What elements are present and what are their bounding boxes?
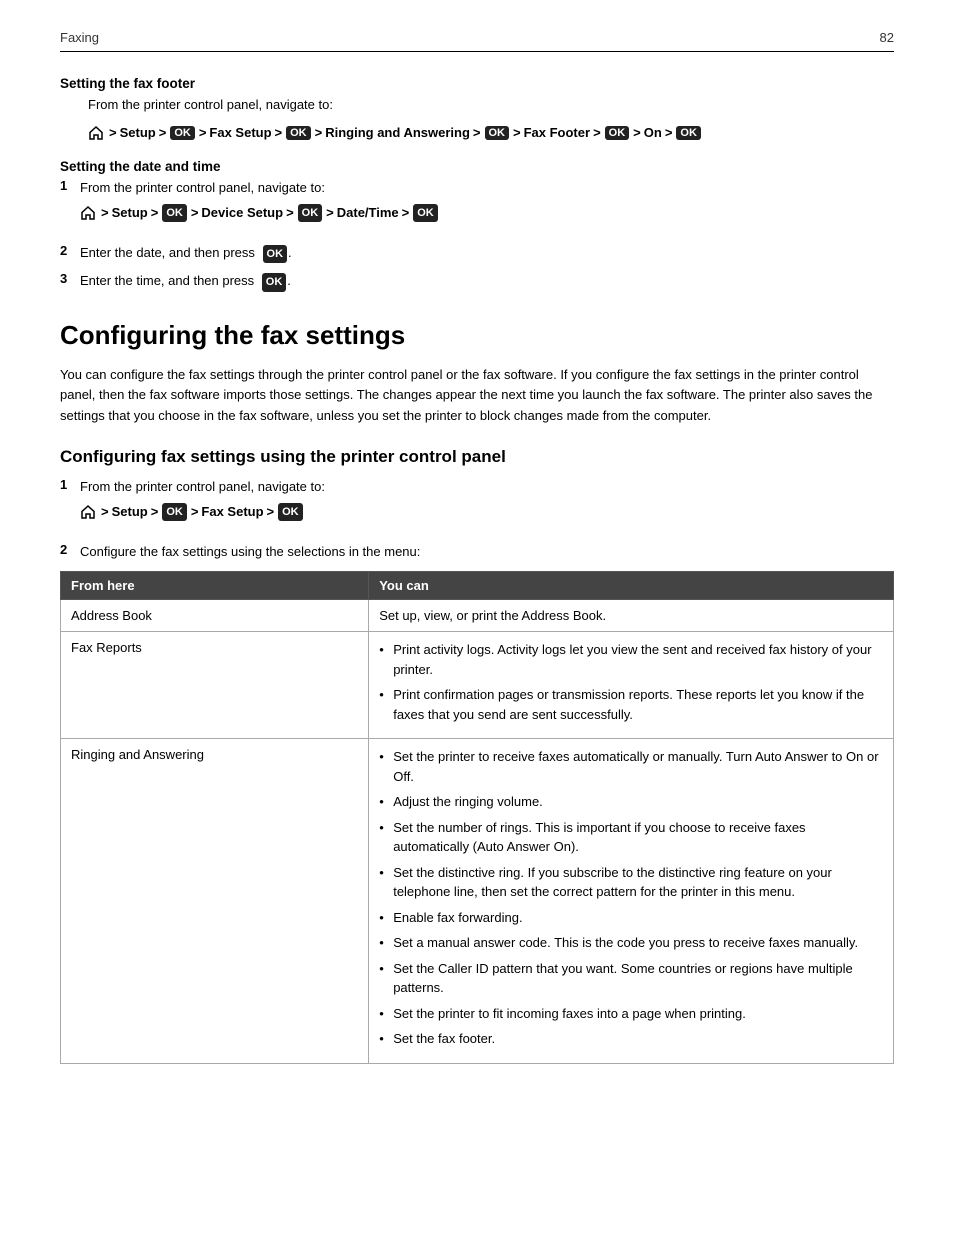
panel-steps: 1 From the printer control panel, naviga…	[60, 477, 894, 562]
step-3-num: 3	[60, 271, 76, 286]
ok-btn-6: OK	[162, 204, 187, 223]
home-icon-3	[80, 504, 96, 520]
page-number: 82	[880, 30, 894, 45]
page: Faxing 82 Setting the fax footer From th…	[0, 0, 954, 1235]
table-head: From here You can	[61, 572, 894, 600]
step-1-num: 1	[60, 178, 76, 193]
ok-btn-1: OK	[170, 126, 195, 140]
ok-btn-9: OK	[263, 245, 288, 264]
intro-paragraph: You can configure the fax settings throu…	[60, 365, 894, 427]
section-fax-footer: Setting the fax footer From the printer …	[60, 76, 894, 141]
panel-nav: > Setup > OK > Fax Setup > OK	[80, 502, 325, 522]
panel-step-2: 2 Configure the fax settings using the s…	[60, 542, 894, 562]
home-icon-2	[80, 205, 96, 221]
table-cell-from-1: Address Book	[61, 600, 369, 632]
fax-footer-step-text: From the printer control panel, navigate…	[88, 97, 333, 112]
panel-step-1-content: From the printer control panel, navigate…	[80, 477, 325, 534]
fax-footer-step: From the printer control panel, navigate…	[88, 95, 894, 115]
date-time-nav: > Setup > OK > Device Setup > OK > Date/…	[80, 203, 439, 223]
step-1: 1 From the printer control panel, naviga…	[60, 178, 894, 235]
list-item: Print activity logs. Activity logs let y…	[379, 640, 883, 679]
table-cell-youcan-1: Set up, view, or print the Address Book.	[369, 600, 894, 632]
table-row: Address Book Set up, view, or print the …	[61, 600, 894, 632]
table-cell-youcan-3: Set the printer to receive faxes automat…	[369, 739, 894, 1064]
col-from-here: From here	[61, 572, 369, 600]
ok-btn-2: OK	[286, 126, 311, 140]
step-2-content: Enter the date, and then press OK.	[80, 243, 292, 264]
home-icon	[88, 125, 104, 141]
ok-btn-8: OK	[413, 204, 438, 223]
table-cell-from-2: Fax Reports	[61, 632, 369, 739]
page-header: Faxing 82	[60, 30, 894, 52]
list-item: Set the distinctive ring. If you subscri…	[379, 863, 883, 902]
table-cell-youcan-2: Print activity logs. Activity logs let y…	[369, 632, 894, 739]
ok-btn-5: OK	[676, 126, 701, 140]
nav-sep-1: >	[109, 125, 117, 140]
fax-footer-nav: > Setup > OK > Fax Setup > OK > Ringing …	[88, 125, 894, 141]
nav-setup-1: Setup	[120, 125, 156, 140]
section-date-time: Setting the date and time 1 From the pri…	[60, 159, 894, 292]
panel-step-2-num: 2	[60, 542, 76, 557]
ringing-list: Set the printer to receive faxes automat…	[379, 747, 883, 1049]
nav-datetime: Date/Time	[337, 203, 399, 223]
table-body: Address Book Set up, view, or print the …	[61, 600, 894, 1064]
list-item: Set the printer to receive faxes automat…	[379, 747, 883, 786]
sub-heading: Configuring fax settings using the print…	[60, 447, 894, 467]
ok-btn-10: OK	[262, 273, 287, 292]
list-item: Set the fax footer.	[379, 1029, 883, 1049]
step-3-content: Enter the time, and then press OK.	[80, 271, 291, 292]
table-row: Fax Reports Print activity logs. Activit…	[61, 632, 894, 739]
ok-btn-11: OK	[162, 503, 187, 522]
list-item: Set the Caller ID pattern that you want.…	[379, 959, 883, 998]
list-item: Enable fax forwarding.	[379, 908, 883, 928]
date-time-steps: 1 From the printer control panel, naviga…	[60, 178, 894, 292]
config-table: From here You can Address Book Set up, v…	[60, 571, 894, 1064]
nav-ringing: Ringing and Answering	[325, 125, 470, 140]
fax-footer-heading: Setting the fax footer	[60, 76, 894, 91]
ok-btn-7: OK	[298, 204, 323, 223]
list-item: Print confirmation pages or transmission…	[379, 685, 883, 724]
address-book-desc: Set up, view, or print the Address Book.	[379, 608, 606, 623]
nav-setup-3: Setup	[112, 502, 148, 522]
nav-fax-setup-2: Fax Setup	[201, 502, 263, 522]
table-row: Ringing and Answering Set the printer to…	[61, 739, 894, 1064]
panel-step-1: 1 From the printer control panel, naviga…	[60, 477, 894, 534]
list-item: Set a manual answer code. This is the co…	[379, 933, 883, 953]
page-title: Faxing	[60, 30, 99, 45]
step-2-num: 2	[60, 243, 76, 258]
step-3: 3 Enter the time, and then press OK.	[60, 271, 894, 292]
panel-step-2-content: Configure the fax settings using the sel…	[80, 542, 420, 562]
step-1-content: From the printer control panel, navigate…	[80, 178, 439, 235]
nav-on: On	[644, 125, 662, 140]
step-2: 2 Enter the date, and then press OK.	[60, 243, 894, 264]
fax-reports-list: Print activity logs. Activity logs let y…	[379, 640, 883, 724]
main-heading: Configuring the fax settings	[60, 320, 894, 351]
nav-setup-2: Setup	[112, 203, 148, 223]
panel-step-1-num: 1	[60, 477, 76, 492]
nav-fax-setup-1: Fax Setup	[209, 125, 271, 140]
table-header-row: From here You can	[61, 572, 894, 600]
table-cell-from-3: Ringing and Answering	[61, 739, 369, 1064]
nav-device-setup: Device Setup	[201, 203, 283, 223]
ok-btn-12: OK	[278, 503, 303, 522]
list-item: Set the printer to fit incoming faxes in…	[379, 1004, 883, 1024]
list-item: Set the number of rings. This is importa…	[379, 818, 883, 857]
ok-btn-4: OK	[605, 126, 630, 140]
col-you-can: You can	[369, 572, 894, 600]
date-time-heading: Setting the date and time	[60, 159, 894, 174]
nav-fax-footer: Fax Footer	[524, 125, 590, 140]
list-item: Adjust the ringing volume.	[379, 792, 883, 812]
ok-btn-3: OK	[485, 126, 510, 140]
